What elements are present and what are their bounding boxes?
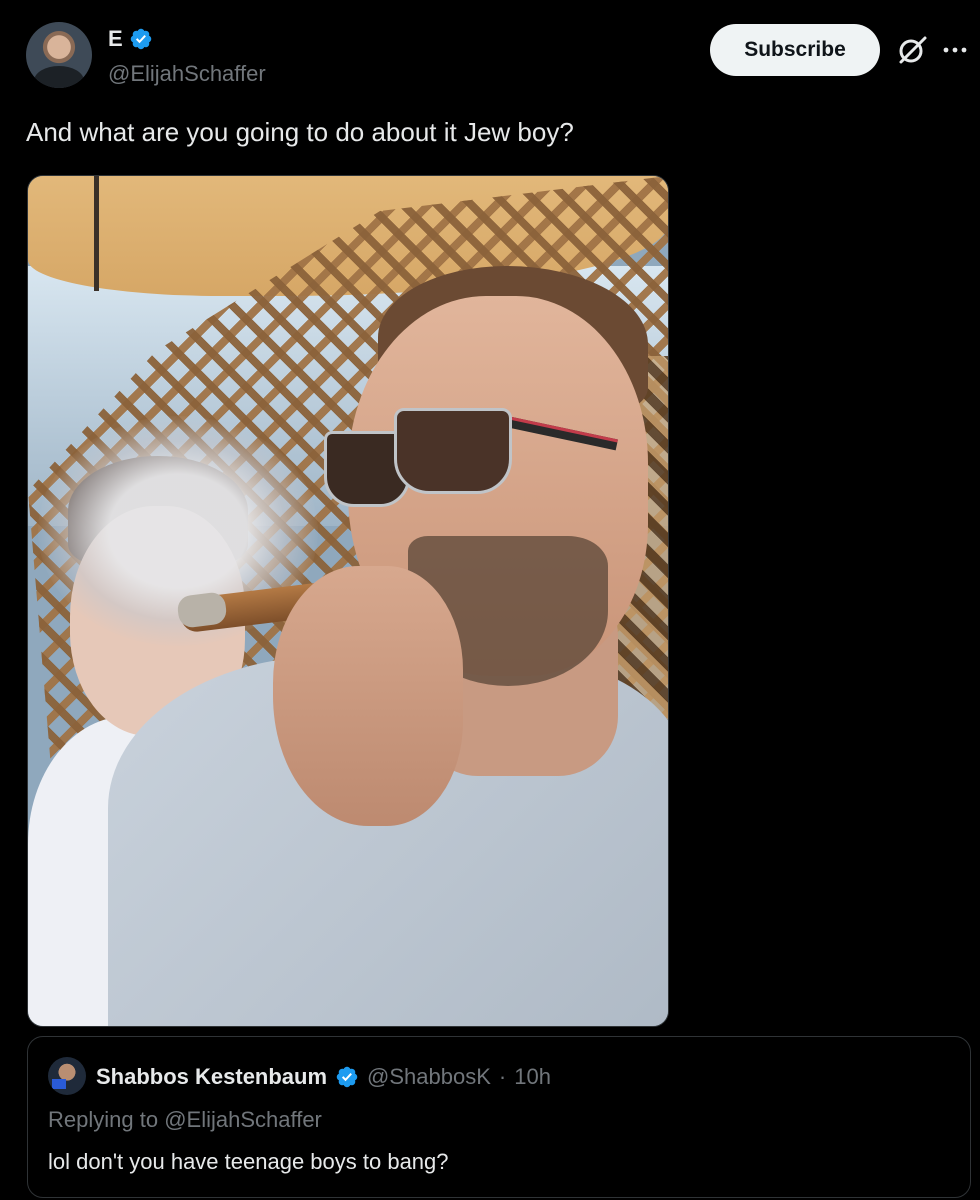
author-display-name[interactable]: E [108,26,123,52]
photo-main-person-hand [273,566,463,826]
quoted-author-avatar[interactable] [48,1057,86,1095]
quoted-tweet-time[interactable]: 10h [514,1064,551,1090]
tweet-post: E @ElijahSchaffer Subscribe And what are… [0,0,980,1200]
replying-to-prefix: Replying to [48,1107,159,1132]
verified-badge-icon[interactable] [335,1065,359,1089]
meta-separator: · [498,1064,507,1089]
tweet-text: And what are you going to do about it Je… [26,117,574,147]
quoted-tweet-text: lol don't you have teenage boys to bang? [48,1149,449,1174]
photo-sunglasses-right-lens [394,408,512,494]
replying-to-line: Replying to @ElijahSchaffer [48,1107,322,1133]
author-avatar[interactable] [26,22,92,88]
author-handle[interactable]: @ElijahSchaffer [108,61,266,87]
quoted-author-handle[interactable]: @ShabbosK [367,1064,491,1090]
photo-umbrella-pole [94,176,99,291]
grok-icon[interactable] [896,34,928,66]
quoted-tweet[interactable]: Shabbos Kestenbaum @ShabbosK · 10h Reply… [27,1036,971,1198]
replying-to-mention[interactable]: @ElijahSchaffer [164,1107,322,1132]
quoted-tweet-header: Shabbos Kestenbaum @ShabbosK · 10h [96,1064,551,1090]
author-name-row: E [108,26,153,52]
quoted-author-name[interactable]: Shabbos Kestenbaum [96,1064,327,1090]
subscribe-button[interactable]: Subscribe [710,24,880,76]
verified-badge-icon[interactable] [129,27,153,51]
avatar-shirt-shape [34,66,84,88]
avatar-flag-shape [52,1079,66,1089]
tweet-photo[interactable] [27,175,669,1027]
more-icon[interactable] [940,36,970,64]
